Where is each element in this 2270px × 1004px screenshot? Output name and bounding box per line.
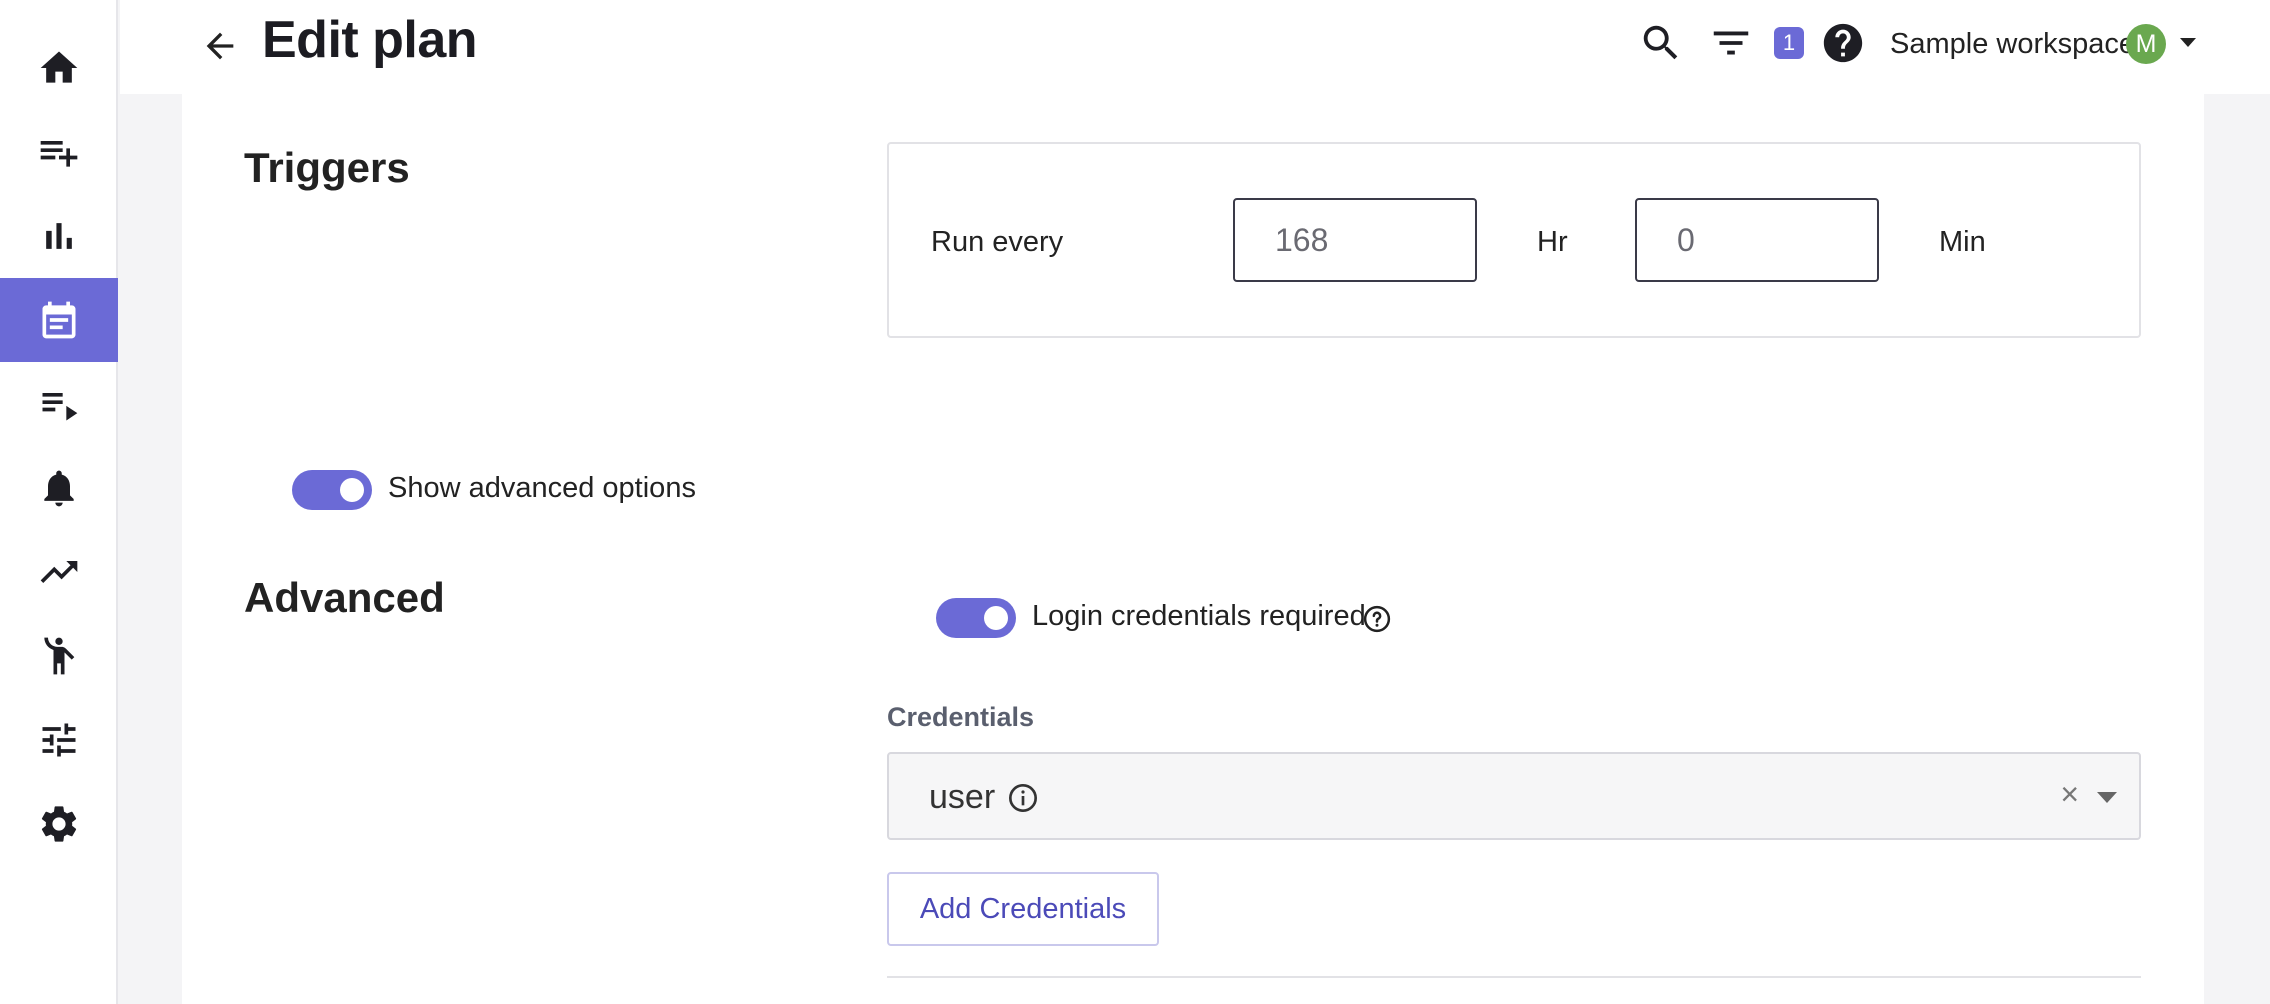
playlist-add-icon (40, 141, 78, 167)
calendar-icon (42, 301, 76, 339)
avatar[interactable]: M (2126, 24, 2166, 64)
playlist-play-icon (42, 393, 78, 421)
sidebar-item-add-plan[interactable] (0, 110, 118, 194)
minutes-input[interactable] (1635, 198, 1879, 282)
credentials-selected-value: user (929, 778, 996, 816)
credentials-select[interactable]: user × (887, 752, 2141, 840)
sidebar-item-settings-tune[interactable] (0, 698, 118, 782)
back-button[interactable] (200, 26, 240, 66)
dropdown-caret-icon[interactable] (2097, 792, 2117, 803)
sidebar-item-trends[interactable] (0, 530, 118, 614)
top-bar: Edit plan 1 Sample workspace M (120, 0, 2270, 94)
trending-up-icon (40, 561, 78, 583)
help-outline-icon (1363, 605, 1391, 633)
home-icon (40, 51, 78, 83)
info-icon[interactable] (1007, 782, 1039, 814)
clear-icon[interactable]: × (2060, 776, 2079, 813)
sidebar-item-home[interactable] (0, 26, 118, 110)
help-button[interactable] (1820, 20, 1866, 66)
notification-badge[interactable]: 1 (1774, 27, 1804, 59)
hours-input[interactable] (1233, 198, 1477, 282)
bell-icon (44, 470, 74, 507)
add-credentials-button[interactable]: Add Credentials (887, 872, 1159, 946)
page-title: Edit plan (262, 11, 478, 69)
sidebar-item-accessibility[interactable] (0, 614, 118, 698)
chevron-down-icon[interactable] (2180, 38, 2196, 47)
sidebar (0, 0, 118, 1004)
sidebar-item-alerts[interactable] (0, 446, 118, 530)
sidebar-item-runs[interactable] (0, 362, 118, 446)
plan-form: Triggers Run every Hr Min Show advanced … (182, 94, 2204, 1004)
sidebar-item-schedules[interactable] (0, 278, 118, 362)
login-credentials-toggle[interactable] (936, 598, 1016, 638)
triggers-heading: Triggers (244, 144, 410, 191)
arrow-back-icon (206, 32, 234, 60)
gear-icon (41, 806, 77, 842)
search-button[interactable] (1638, 20, 1684, 66)
credentials-label: Credentials (887, 702, 1035, 732)
search-icon (1643, 25, 1678, 60)
advanced-options-label: Show advanced options (388, 472, 696, 504)
run-every-label: Run every (931, 226, 1064, 258)
help-circle-icon[interactable] (1362, 604, 1392, 634)
workspace-name[interactable]: Sample workspace (1890, 28, 2135, 61)
tune-icon (42, 723, 76, 757)
trigger-panel: Run every Hr Min (887, 142, 2141, 338)
divider (887, 976, 2141, 978)
login-credentials-label: Login credentials required (1032, 600, 1366, 632)
accessibility-icon (44, 637, 75, 675)
bar-chart-icon (46, 223, 72, 249)
advanced-options-toggle[interactable] (292, 470, 372, 510)
filter-button[interactable] (1708, 20, 1754, 66)
advanced-heading: Advanced (244, 574, 445, 621)
help-icon (1823, 23, 1863, 63)
hours-unit-label: Hr (1537, 226, 1568, 258)
minutes-unit-label: Min (1939, 226, 1986, 258)
sidebar-item-settings[interactable] (0, 782, 118, 866)
sidebar-item-reports[interactable] (0, 194, 118, 278)
filter-icon (1713, 31, 1749, 55)
info-outline-icon (1009, 784, 1037, 812)
